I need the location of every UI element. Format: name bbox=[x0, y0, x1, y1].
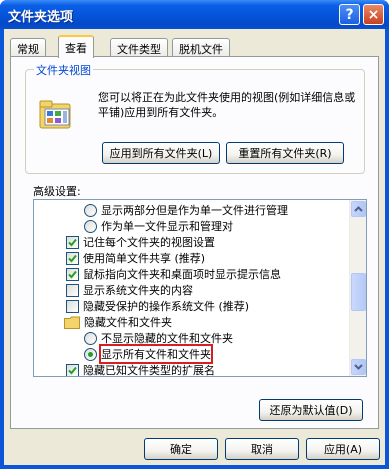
advanced-settings-list[interactable]: 显示两部分但是作为单一文件进行管理 作为单一文件显示和管理对 记住每个文件夹的视… bbox=[33, 199, 367, 377]
radio-dot-icon bbox=[88, 351, 93, 357]
chevron-down-icon bbox=[354, 364, 363, 370]
list-item-label: 隐藏已知文件类型的扩展名 bbox=[83, 364, 215, 377]
cancel-button[interactable]: 取消 bbox=[225, 438, 299, 460]
folder-views-icon bbox=[39, 100, 71, 129]
ok-button[interactable]: 确定 bbox=[144, 438, 218, 460]
radio-button[interactable] bbox=[84, 219, 97, 233]
chevron-up-icon bbox=[354, 206, 363, 212]
list-item[interactable]: 隐藏已知文件类型的扩展名 bbox=[34, 362, 350, 377]
list-item[interactable]: 作为单一文件显示和管理对 bbox=[34, 218, 350, 234]
view-tab-panel: 文件夹视图 您可以将正在为此文件夹使用的视图(例如详细信息或平铺)应用到所有文件… bbox=[10, 56, 379, 429]
reset-all-folders-button[interactable]: 重置所有文件夹(R) bbox=[226, 142, 344, 164]
checkmark-icon bbox=[68, 254, 77, 262]
list-item-label: 隐藏文件和文件夹 bbox=[84, 316, 172, 329]
list-item-label: 使用简单文件共享 (推荐) bbox=[83, 252, 206, 265]
apply-button[interactable]: 应用(A) bbox=[306, 438, 380, 460]
close-button[interactable]: × bbox=[363, 4, 384, 25]
list-item-label: 显示两部分但是作为单一文件进行管理 bbox=[101, 204, 288, 217]
list-item-selected[interactable]: 显示所有文件和文件夹 bbox=[80, 344, 234, 364]
list-item-label: 显示系统文件夹的内容 bbox=[83, 284, 193, 297]
list-item: 隐藏文件和文件夹 bbox=[34, 314, 350, 330]
list-item-label: 隐藏受保护的操作系统文件 (推荐) bbox=[83, 300, 250, 313]
folder-views-description: 您可以将正在为此文件夹使用的视图(例如详细信息或平铺)应用到所有文件夹。 bbox=[98, 91, 356, 119]
list-item-label: 显示所有文件和文件夹 bbox=[99, 344, 213, 364]
checkbox[interactable] bbox=[66, 235, 79, 249]
radio-button-selected[interactable] bbox=[84, 347, 97, 361]
apply-to-all-folders-button[interactable]: 应用到所有文件夹(L) bbox=[102, 142, 220, 164]
advanced-settings-label: 高级设置: bbox=[33, 185, 81, 198]
list-item[interactable]: 不显示隐藏的文件和文件夹 bbox=[34, 330, 350, 346]
checkbox[interactable] bbox=[66, 283, 79, 297]
scroll-thumb[interactable] bbox=[351, 273, 366, 311]
checkbox[interactable] bbox=[66, 267, 79, 281]
tab-file-types[interactable]: 文件类型 bbox=[110, 38, 168, 57]
list-item[interactable]: 显示系统文件夹的内容 bbox=[34, 282, 350, 298]
list-item[interactable]: 鼠标指向文件夹和桌面项时显示提示信息 bbox=[34, 266, 350, 282]
help-button[interactable]: ? bbox=[339, 4, 360, 25]
list-item-label: 不显示隐藏的文件和文件夹 bbox=[101, 332, 233, 345]
scroll-down-button[interactable] bbox=[351, 359, 366, 375]
tab-view[interactable]: 查看 bbox=[58, 35, 94, 58]
checkbox[interactable] bbox=[66, 363, 79, 376]
checkbox[interactable] bbox=[66, 299, 79, 313]
window-title: 文件夹选项 bbox=[8, 10, 74, 25]
title-bar[interactable]: 文件夹选项 ? × bbox=[0, 0, 389, 29]
checkmark-icon bbox=[68, 270, 77, 278]
restore-defaults-button[interactable]: 还原为默认值(D) bbox=[259, 399, 363, 421]
checkbox[interactable] bbox=[66, 251, 79, 265]
checkmark-icon bbox=[68, 366, 77, 374]
vertical-scrollbar[interactable] bbox=[349, 200, 366, 376]
list-item-label: 记住每个文件夹的视图设置 bbox=[83, 236, 215, 249]
folder-views-group: 文件夹视图 您可以将正在为此文件夹使用的视图(例如详细信息或平铺)应用到所有文件… bbox=[25, 62, 365, 174]
radio-button[interactable] bbox=[84, 331, 97, 345]
list-item[interactable]: 隐藏受保护的操作系统文件 (推荐) bbox=[34, 298, 350, 314]
radio-button[interactable] bbox=[84, 203, 97, 217]
list-item[interactable]: 显示两部分但是作为单一文件进行管理 bbox=[34, 202, 350, 218]
folder-options-window: 文件夹选项 ? × 常规 查看 文件类型 脱机文件 文件夹视图 您可以将正在为此… bbox=[0, 0, 389, 469]
dialog-client-area: 常规 查看 文件类型 脱机文件 文件夹视图 您可以将正在为此文件夹使用的视图(例… bbox=[4, 29, 385, 465]
list-item-label: 作为单一文件显示和管理对 bbox=[101, 220, 233, 233]
scroll-up-button[interactable] bbox=[351, 201, 366, 217]
list-item[interactable]: 记住每个文件夹的视图设置 bbox=[34, 234, 350, 250]
folder-icon bbox=[64, 316, 80, 329]
folder-views-legend: 文件夹视图 bbox=[34, 62, 93, 78]
tab-general[interactable]: 常规 bbox=[10, 38, 46, 57]
list-item-label: 鼠标指向文件夹和桌面项时显示提示信息 bbox=[83, 268, 281, 281]
list-item[interactable]: 使用简单文件共享 (推荐) bbox=[34, 250, 350, 266]
tab-offline-files[interactable]: 脱机文件 bbox=[172, 38, 230, 57]
checkmark-icon bbox=[68, 238, 77, 246]
